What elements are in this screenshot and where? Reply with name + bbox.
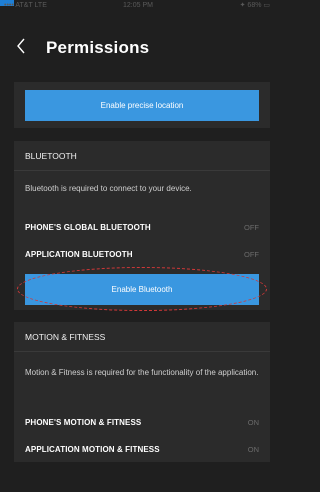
app-bluetooth-label: APPLICATION BLUETOOTH [25, 250, 133, 259]
motion-description: Motion & Fitness is required for the fun… [25, 368, 259, 377]
battery-indicator: ✦ 68% ▭ [239, 2, 270, 9]
status-bar: •••• AT&T LTE 12:05 PM ✦ 68% ▭ [0, 0, 276, 12]
location-card: Enable precise location [14, 82, 270, 128]
enable-location-button[interactable]: Enable precise location [25, 90, 259, 121]
bluetooth-section-title: BLUETOOTH [25, 151, 77, 161]
status-time: 12:05 PM [123, 2, 153, 9]
phone-motion-status: ON [247, 418, 259, 427]
app-motion-status: ON [247, 445, 259, 454]
motion-section-title: MOTION & FITNESS [25, 332, 106, 342]
chevron-left-icon[interactable] [14, 34, 28, 58]
phone-bluetooth-label: PHONE'S GLOBAL BLUETOOTH [25, 223, 151, 232]
highlight-ring [17, 267, 267, 311]
app-motion-label: APPLICATION MOTION & FITNESS [25, 445, 160, 454]
phone-motion-label: PHONE'S MOTION & FITNESS [25, 418, 142, 427]
divider [14, 351, 270, 352]
divider [14, 170, 270, 171]
bluetooth-description: Bluetooth is required to connect to your… [25, 184, 192, 193]
bluetooth-card: BLUETOOTH Bluetooth is required to conne… [14, 141, 270, 311]
page-title: Permissions [46, 38, 150, 57]
motion-card: MOTION & FITNESS Motion & Fitness is req… [14, 322, 270, 462]
nav-bar: Permissions [0, 20, 276, 76]
phone-bluetooth-status: OFF [244, 223, 259, 232]
app-bluetooth-status: OFF [244, 250, 259, 259]
